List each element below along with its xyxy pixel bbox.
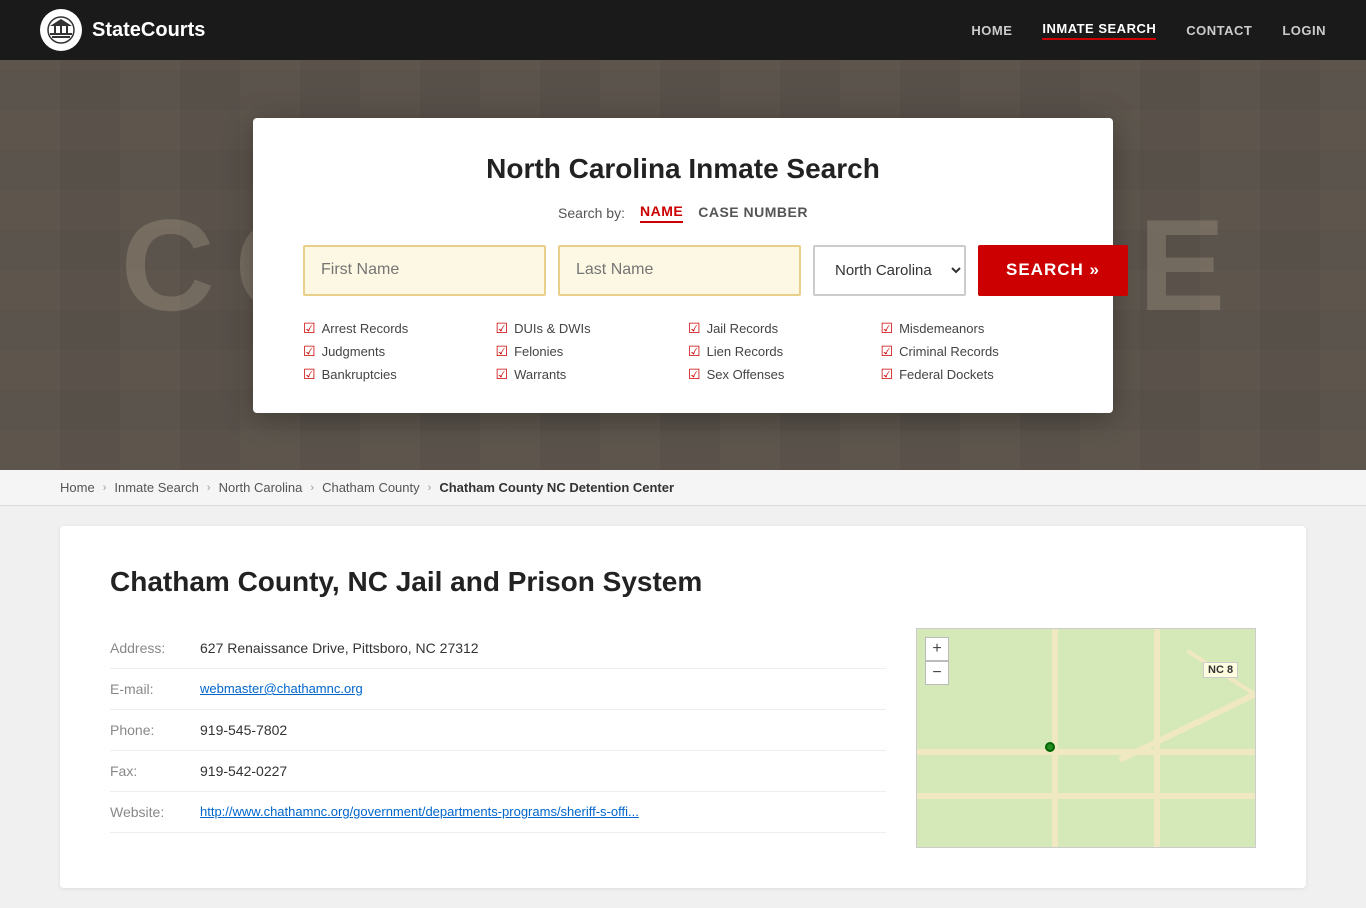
fax-value: 919-542-0227: [200, 763, 287, 779]
map-road-h2: [917, 793, 1255, 799]
hero-section: COURTHOUSE North Carolina Inmate Search …: [0, 60, 1366, 470]
tab-name[interactable]: NAME: [640, 203, 683, 223]
feature-label: Bankruptcies: [322, 367, 397, 382]
info-layout: Address: 627 Renaissance Drive, Pittsbor…: [110, 628, 1256, 848]
main-nav: HOME INMATE SEARCH CONTACT LOGIN: [971, 21, 1326, 40]
nav-home[interactable]: HOME: [971, 23, 1012, 38]
breadcrumb-sep-1: ›: [103, 482, 107, 494]
logo-icon: [40, 9, 82, 51]
feature-item: ☑ Judgments: [303, 343, 486, 360]
phone-value: 919-545-7802: [200, 722, 287, 738]
website-link[interactable]: http://www.chathamnc.org/government/depa…: [200, 804, 639, 819]
website-label: Website:: [110, 804, 200, 820]
feature-label: Federal Dockets: [899, 367, 994, 382]
feature-label: Arrest Records: [322, 321, 409, 336]
feature-item: ☑ Criminal Records: [881, 343, 1064, 360]
last-name-input[interactable]: [558, 245, 801, 296]
check-icon: ☑: [688, 366, 701, 383]
breadcrumb-bar: Home › Inmate Search › North Carolina › …: [0, 470, 1366, 506]
features-grid: ☑ Arrest Records ☑ DUIs & DWIs ☑ Jail Records…: [303, 320, 1063, 383]
check-icon: ☑: [303, 343, 316, 360]
search-fields: North Carolina SEARCH »: [303, 245, 1063, 296]
feature-item: ☑ Bankruptcies: [303, 366, 486, 383]
feature-item: ☑ DUIs & DWIs: [496, 320, 679, 337]
check-icon: ☑: [303, 320, 316, 337]
map-controls: + −: [925, 637, 949, 685]
email-label: E-mail:: [110, 681, 200, 697]
feature-label: Criminal Records: [899, 344, 999, 359]
map-zoom-in[interactable]: +: [925, 637, 949, 661]
feature-item: ☑ Misdemeanors: [881, 320, 1064, 337]
map-nc-label: NC 8: [1203, 662, 1238, 678]
feature-label: Felonies: [514, 344, 563, 359]
breadcrumb-nc[interactable]: North Carolina: [219, 480, 303, 495]
breadcrumb-chatham[interactable]: Chatham County: [322, 480, 420, 495]
email-link[interactable]: webmaster@chathamnc.org: [200, 681, 363, 696]
breadcrumb-current: Chatham County NC Detention Center: [439, 480, 674, 495]
feature-label: Warrants: [514, 367, 566, 382]
info-table: Address: 627 Renaissance Drive, Pittsbor…: [110, 628, 886, 848]
search-button[interactable]: SEARCH »: [978, 245, 1128, 296]
map-background: NC 8: [917, 629, 1255, 847]
content-area: Chatham County, NC Jail and Prison Syste…: [60, 526, 1306, 888]
site-logo[interactable]: StateCourts: [40, 9, 205, 51]
check-icon: ☑: [688, 343, 701, 360]
breadcrumb-sep-3: ›: [310, 482, 314, 494]
address-label: Address:: [110, 640, 200, 656]
facility-title: Chatham County, NC Jail and Prison Syste…: [110, 566, 1256, 598]
check-icon: ☑: [881, 366, 894, 383]
check-icon: ☑: [881, 320, 894, 337]
feature-item: ☑ Warrants: [496, 366, 679, 383]
nav-inmate-search[interactable]: INMATE SEARCH: [1042, 21, 1156, 40]
address-row: Address: 627 Renaissance Drive, Pittsbor…: [110, 628, 886, 669]
check-icon: ☑: [496, 366, 509, 383]
feature-item: ☑ Arrest Records: [303, 320, 486, 337]
feature-item: ☑ Lien Records: [688, 343, 871, 360]
map-road-v1: [1154, 629, 1160, 847]
map-road-v2: [1052, 629, 1058, 847]
phone-row: Phone: 919-545-7802: [110, 710, 886, 751]
website-row: Website: http://www.chathamnc.org/govern…: [110, 792, 886, 833]
site-header: StateCourts HOME INMATE SEARCH CONTACT L…: [0, 0, 1366, 60]
breadcrumb-home[interactable]: Home: [60, 480, 95, 495]
feature-label: Jail Records: [707, 321, 779, 336]
nav-contact[interactable]: CONTACT: [1186, 23, 1252, 38]
map-road-h1: [917, 749, 1255, 755]
tab-case-number[interactable]: CASE NUMBER: [698, 204, 808, 222]
card-title: North Carolina Inmate Search: [303, 153, 1063, 185]
feature-item: ☑ Federal Dockets: [881, 366, 1064, 383]
check-icon: ☑: [496, 320, 509, 337]
feature-label: DUIs & DWIs: [514, 321, 591, 336]
feature-label: Lien Records: [707, 344, 784, 359]
search-card: North Carolina Inmate Search Search by: …: [253, 118, 1113, 413]
feature-item: ☑ Jail Records: [688, 320, 871, 337]
search-by-row: Search by: NAME CASE NUMBER: [303, 203, 1063, 223]
phone-label: Phone:: [110, 722, 200, 738]
feature-label: Sex Offenses: [707, 367, 785, 382]
fax-row: Fax: 919-542-0227: [110, 751, 886, 792]
fax-label: Fax:: [110, 763, 200, 779]
check-icon: ☑: [688, 320, 701, 337]
breadcrumb-sep-2: ›: [207, 482, 211, 494]
check-icon: ☑: [496, 343, 509, 360]
check-icon: ☑: [303, 366, 316, 383]
map-zoom-out[interactable]: −: [925, 661, 949, 685]
check-icon: ☑: [881, 343, 894, 360]
state-select[interactable]: North Carolina: [813, 245, 966, 296]
feature-item: ☑ Sex Offenses: [688, 366, 871, 383]
logo-text: StateCourts: [92, 19, 205, 42]
feature-item: ☑ Felonies: [496, 343, 679, 360]
nav-login[interactable]: LOGIN: [1282, 23, 1326, 38]
search-by-label: Search by:: [558, 205, 625, 221]
first-name-input[interactable]: [303, 245, 546, 296]
email-row: E-mail: webmaster@chathamnc.org: [110, 669, 886, 710]
feature-label: Misdemeanors: [899, 321, 984, 336]
feature-label: Judgments: [322, 344, 386, 359]
map-container: NC 8 + −: [916, 628, 1256, 848]
breadcrumb-sep-4: ›: [428, 482, 432, 494]
breadcrumb-inmate-search[interactable]: Inmate Search: [114, 480, 199, 495]
address-value: 627 Renaissance Drive, Pittsboro, NC 273…: [200, 640, 479, 656]
